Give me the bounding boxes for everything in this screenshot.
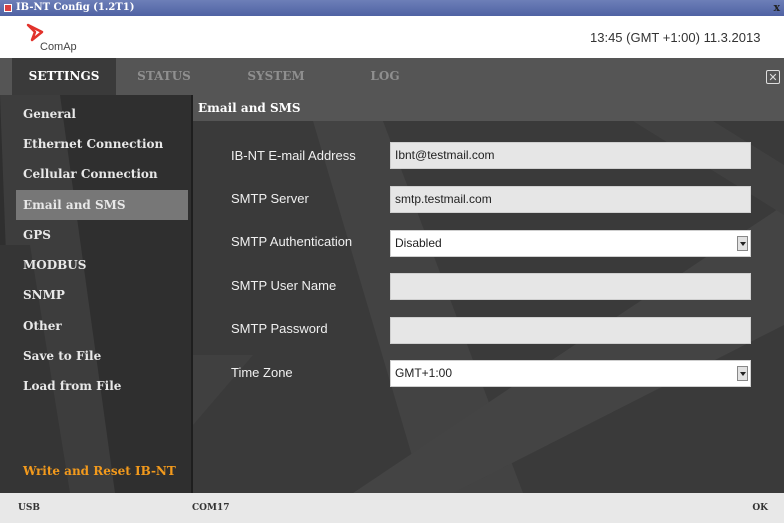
smtp-user-name-input[interactable] — [390, 273, 751, 300]
smtp-password-input[interactable] — [390, 317, 751, 344]
app-header: ComAp 13:45 (GMT +1:00) 11.3.2013 — [0, 16, 784, 58]
email-address-label: IB-NT E-mail Address — [231, 148, 356, 163]
window-close-button[interactable]: x — [773, 0, 780, 16]
time-zone-label: Time Zone — [231, 365, 293, 380]
smtp-authentication-select[interactable]: Disabled — [390, 230, 751, 257]
sidebar-item-cellular-connection[interactable]: Cellular Connection — [16, 159, 188, 189]
sidebar-item-snmp[interactable]: SNMP — [16, 280, 188, 310]
tab-log[interactable]: LOG — [360, 58, 410, 95]
sidebar-item-ethernet-connection[interactable]: Ethernet Connection — [16, 129, 188, 159]
window-titlebar: IB-NT Config (1.2T1) x — [0, 0, 784, 16]
smtp-server-input[interactable]: smtp.testmail.com — [390, 186, 751, 213]
sidebar-item-general[interactable]: General — [16, 99, 188, 129]
com-port: COM17 — [192, 503, 230, 513]
close-icon[interactable]: ✕ — [766, 70, 780, 84]
app-icon — [4, 4, 12, 12]
smtp-password-label: SMTP Password — [231, 321, 328, 336]
sidebar-item-gps[interactable]: GPS — [16, 220, 188, 250]
comap-logo: ComAp — [26, 23, 77, 53]
connection-type: USB — [18, 503, 40, 513]
smtp-authentication-value: Disabled — [395, 236, 442, 250]
datetime-display: 13:45 (GMT +1:00) 11.3.2013 — [590, 30, 761, 45]
section-title: Email and SMS — [193, 95, 784, 121]
comap-logo-icon — [26, 23, 44, 42]
write-and-reset-button[interactable]: Write and Reset IB-NT — [16, 456, 188, 486]
tab-status[interactable]: STATUS — [124, 58, 204, 95]
settings-sidebar: General Ethernet Connection Cellular Con… — [0, 95, 193, 493]
email-address-input[interactable]: Ibnt@testmail.com — [390, 142, 751, 169]
status-bar: USB COM17 OK — [0, 493, 784, 523]
time-zone-value: GMT+1:00 — [395, 366, 453, 380]
smtp-user-name-label: SMTP User Name — [231, 278, 337, 293]
dropdown-arrow-icon[interactable] — [737, 236, 748, 251]
tab-system[interactable]: SYSTEM — [232, 58, 320, 95]
sidebar-item-other[interactable]: Other — [16, 311, 188, 341]
smtp-authentication-label: SMTP Authentication — [231, 234, 353, 249]
status-ok: OK — [752, 503, 768, 513]
brand-name: ComAp — [40, 41, 77, 53]
dropdown-arrow-icon[interactable] — [737, 366, 748, 381]
smtp-server-label: SMTP Server — [231, 191, 309, 206]
sidebar-item-load-from-file[interactable]: Load from File — [16, 371, 188, 401]
sidebar-item-modbus[interactable]: MODBUS — [16, 250, 188, 280]
window-title: IB-NT Config (1.2T1) — [16, 2, 135, 13]
sidebar-item-email-and-sms[interactable]: Email and SMS — [16, 190, 188, 220]
sidebar-item-save-to-file[interactable]: Save to File — [16, 341, 188, 371]
main-tabbar: SETTINGS STATUS SYSTEM LOG ✕ — [0, 58, 784, 95]
tab-settings[interactable]: SETTINGS — [12, 58, 116, 95]
email-sms-panel: Email and SMS IB-NT E-mail Address Ibnt@… — [193, 95, 784, 493]
time-zone-select[interactable]: GMT+1:00 — [390, 360, 751, 387]
